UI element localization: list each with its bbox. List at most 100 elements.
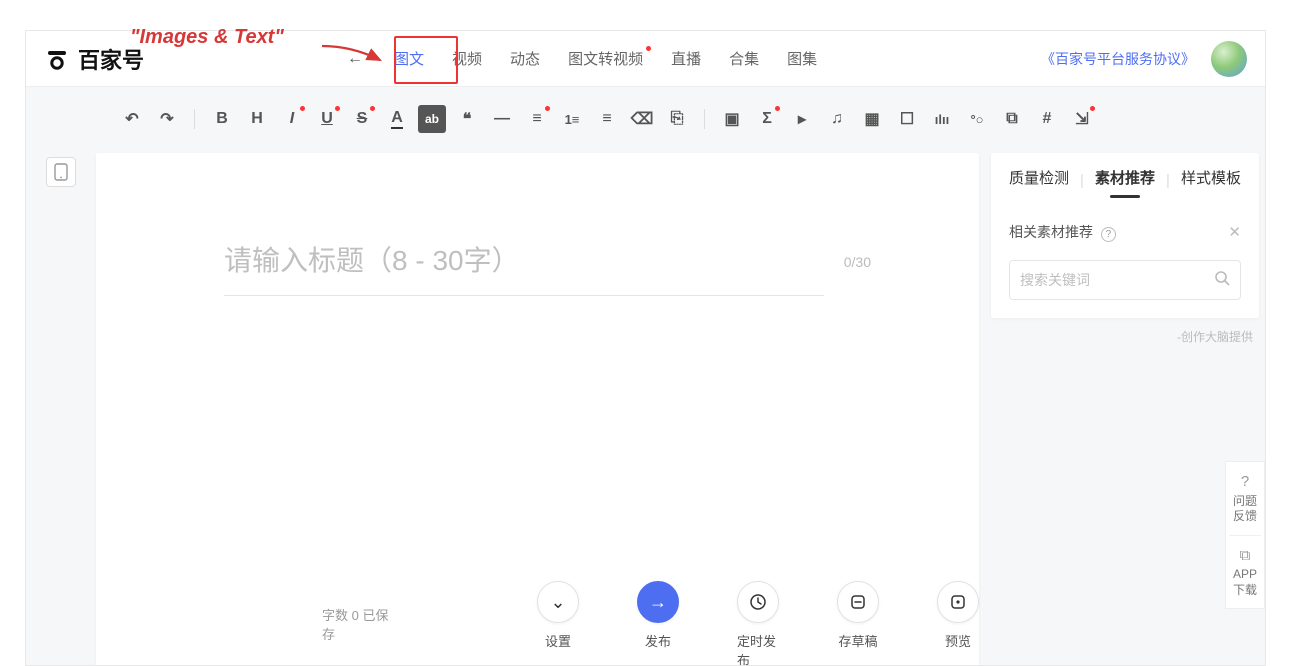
content-type-tabs: 图文 视频 动态 图文转视频 直播 合集 图集 xyxy=(394,48,817,69)
left-rail xyxy=(26,141,96,665)
preview-icon xyxy=(937,581,979,623)
topbar: 百家号 ← 图文 视频 动态 图文转视频 直播 合集 图集 《百家号平台服务协议… xyxy=(26,31,1265,87)
floating-help-panel: ? 问题 反馈 ⧉ APP 下载 xyxy=(1225,461,1265,609)
material-search[interactable] xyxy=(1009,260,1241,300)
material-search-input[interactable] xyxy=(1020,272,1206,288)
insert-person-button[interactable]: °○ xyxy=(963,105,991,133)
insert-vote-button[interactable]: ılıı xyxy=(928,105,956,133)
title-input[interactable] xyxy=(224,245,824,296)
draft-label: 存草稿 xyxy=(838,631,877,650)
mobile-preview-toggle[interactable] xyxy=(46,157,76,187)
clock-icon xyxy=(737,581,779,623)
align-button[interactable]: ≡ xyxy=(523,105,551,133)
sidebar-tabs: 质量检测 | 素材推荐 | 样式模板 xyxy=(1009,167,1241,194)
insert-table-button[interactable]: ▦ xyxy=(858,105,886,133)
sidebar-provider-label: -创作大脑提供 xyxy=(991,328,1253,345)
brand-logo-icon xyxy=(44,46,70,72)
help-icon[interactable]: ? xyxy=(1101,227,1116,242)
tab-article-to-video[interactable]: 图文转视频 xyxy=(568,48,643,69)
brand-logo[interactable]: 百家号 xyxy=(44,43,144,75)
sidebar-tab-separator: | xyxy=(1080,172,1084,189)
editor-toolbar-wrap: ↶ ↷ B H I U S A ab ❝ — ≡ 1≡ ≡ ⌫ ⎘ ▣ Σ ▸ … xyxy=(26,87,1265,142)
underline-button[interactable]: U xyxy=(313,105,341,133)
editor-body: 0/30 字数 0 已保存 ⌄ 设置 → 发布 xyxy=(26,141,1265,665)
settings-label: 设置 xyxy=(545,631,571,650)
title-row: 0/30 xyxy=(96,153,979,316)
new-dot-icon xyxy=(646,46,651,51)
insert-audio-button[interactable]: ♫ xyxy=(823,105,851,133)
sidebar-tab-separator: | xyxy=(1166,172,1170,189)
insert-video-button[interactable]: ▸ xyxy=(788,105,816,133)
strikethrough-button[interactable]: S xyxy=(348,105,376,133)
clear-format-button[interactable]: ⌫ xyxy=(628,105,656,133)
redo-button[interactable]: ↷ xyxy=(153,105,181,133)
right-sidebar: 质量检测 | 素材推荐 | 样式模板 相关素材推荐 ? ✕ xyxy=(991,153,1259,665)
feedback-button[interactable]: ? 问题 反馈 xyxy=(1229,462,1261,536)
word-count-status: 字数 0 已保存 xyxy=(322,605,397,643)
format-painter-button[interactable]: ⎘ xyxy=(663,105,691,133)
tab-collection[interactable]: 合集 xyxy=(729,48,759,69)
quote-button[interactable]: ❝ xyxy=(453,105,481,133)
new-dot-icon xyxy=(545,106,550,111)
editor-card: 0/30 字数 0 已保存 ⌄ 设置 → 发布 xyxy=(96,153,979,665)
back-button[interactable]: ← xyxy=(344,50,366,68)
draft-action[interactable]: 存草稿 xyxy=(837,581,879,666)
brand-name: 百家号 xyxy=(78,43,144,75)
insert-card-button[interactable]: ☐ xyxy=(893,105,921,133)
new-dot-icon xyxy=(1090,106,1095,111)
arrow-right-icon: → xyxy=(637,581,679,623)
user-avatar[interactable] xyxy=(1211,41,1247,77)
new-dot-icon xyxy=(300,106,305,111)
qr-icon: ⧉ xyxy=(1233,546,1257,566)
tab-video[interactable]: 视频 xyxy=(452,48,482,69)
new-dot-icon xyxy=(335,106,340,111)
close-icon[interactable]: ✕ xyxy=(1228,223,1241,241)
search-icon[interactable] xyxy=(1214,270,1230,291)
italic-button[interactable]: I xyxy=(278,105,306,133)
tab-live[interactable]: 直播 xyxy=(671,48,701,69)
bottom-actions: ⌄ 设置 → 发布 定时发布 xyxy=(537,581,979,666)
app-frame: 百家号 ← 图文 视频 动态 图文转视频 直播 合集 图集 《百家号平台服务协议… xyxy=(25,30,1266,666)
toolbar-separator xyxy=(194,109,195,129)
insert-topic-button[interactable]: # xyxy=(1033,105,1061,133)
sidebar-tab-material[interactable]: 素材推荐 xyxy=(1095,167,1155,194)
publish-label: 发布 xyxy=(645,631,671,650)
tab-gallery[interactable]: 图集 xyxy=(787,48,817,69)
app-download-button[interactable]: ⧉ APP 下载 xyxy=(1229,536,1261,609)
sidebar-tab-template[interactable]: 样式模板 xyxy=(1181,167,1241,194)
settings-action[interactable]: ⌄ 设置 xyxy=(537,581,579,666)
unordered-list-button[interactable]: ≡ xyxy=(593,105,621,133)
new-dot-icon xyxy=(370,106,375,111)
editor-toolbar: ↶ ↷ B H I U S A ab ❝ — ≡ 1≡ ≡ ⌫ ⎘ ▣ Σ ▸ … xyxy=(26,97,1265,141)
new-dot-icon xyxy=(775,106,780,111)
heading-button[interactable]: H xyxy=(243,105,271,133)
sidebar-subhead-label: 相关素材推荐 xyxy=(1009,224,1093,240)
sidebar-card: 质量检测 | 素材推荐 | 样式模板 相关素材推荐 ? ✕ xyxy=(991,153,1259,318)
agreement-link[interactable]: 《百家号平台服务协议》 xyxy=(1041,49,1195,69)
sidebar-subhead: 相关素材推荐 ? ✕ xyxy=(1009,222,1241,242)
schedule-label: 定时发布 xyxy=(737,631,779,666)
more-button[interactable]: ⇲ xyxy=(1068,105,1096,133)
insert-link-button[interactable]: ⧉ xyxy=(998,105,1026,133)
save-icon xyxy=(837,581,879,623)
undo-button[interactable]: ↶ xyxy=(118,105,146,133)
ordered-list-button[interactable]: 1≡ xyxy=(558,105,586,133)
hr-button[interactable]: — xyxy=(488,105,516,133)
highlight-button[interactable]: ab xyxy=(418,105,446,133)
preview-label: 预览 xyxy=(945,631,971,650)
title-char-count: 0/30 xyxy=(844,254,871,288)
toolbar-separator xyxy=(704,109,705,129)
insert-formula-button[interactable]: Σ xyxy=(753,105,781,133)
question-icon: ? xyxy=(1233,472,1257,492)
tab-moment[interactable]: 动态 xyxy=(510,48,540,69)
preview-action[interactable]: 预览 xyxy=(937,581,979,666)
tab-image-text[interactable]: 图文 xyxy=(394,48,424,69)
sidebar-tab-quality[interactable]: 质量检测 xyxy=(1009,167,1069,194)
bottom-bar: 字数 0 已保存 ⌄ 设置 → 发布 定时发布 xyxy=(96,575,979,665)
publish-action[interactable]: → 发布 xyxy=(637,581,679,666)
phone-icon xyxy=(54,163,68,181)
schedule-action[interactable]: 定时发布 xyxy=(737,581,779,666)
bold-button[interactable]: B xyxy=(208,105,236,133)
insert-image-button[interactable]: ▣ xyxy=(718,105,746,133)
font-color-button[interactable]: A xyxy=(383,105,411,133)
